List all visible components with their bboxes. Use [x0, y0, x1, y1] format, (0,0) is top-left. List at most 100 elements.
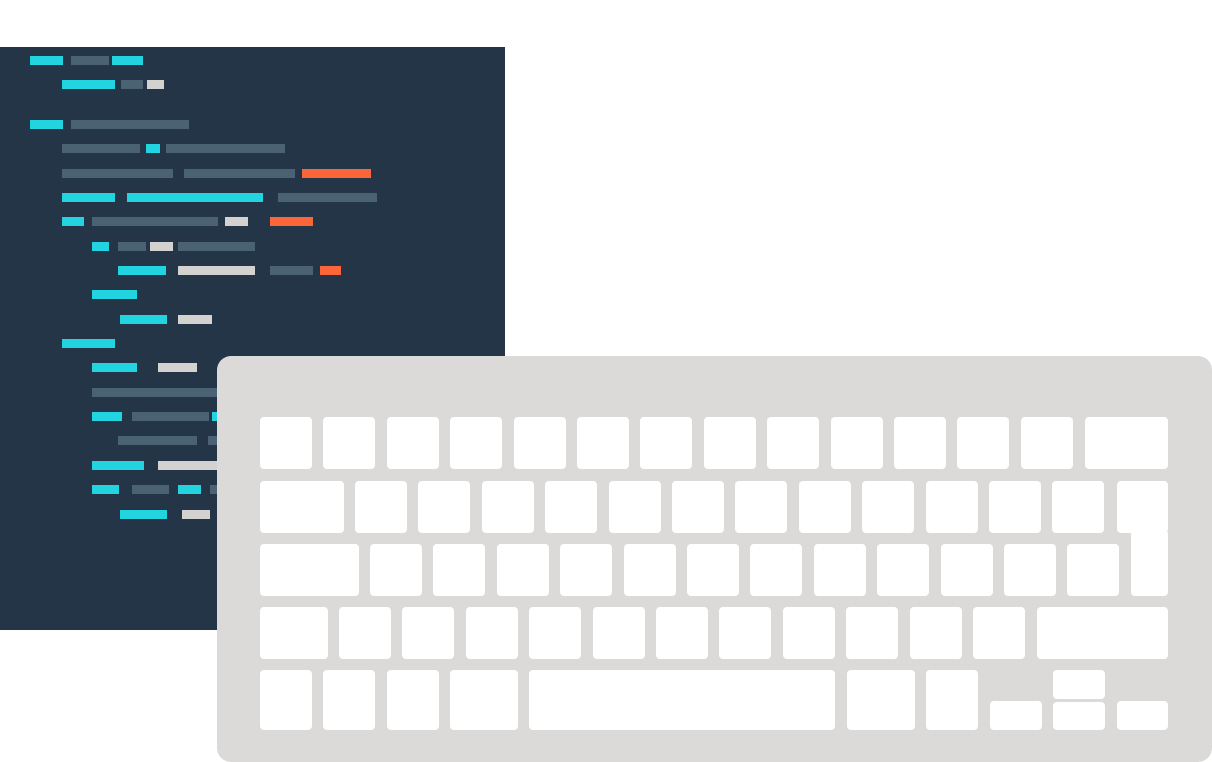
code-line-11-token-2 — [178, 315, 212, 324]
key-row1-13 — [1020, 417, 1073, 469]
code-line-8-token-4 — [178, 242, 255, 251]
key-row5-1 — [260, 670, 312, 730]
code-line-18-token-1 — [92, 485, 119, 494]
code-line-16-token-1 — [118, 436, 197, 445]
key-row2-2 — [355, 481, 407, 533]
key-row2-7 — [672, 481, 724, 533]
key-row5-6 — [847, 670, 915, 730]
key-row4-3 — [402, 607, 455, 659]
code-line-18-token-3 — [178, 485, 201, 494]
key-arrow-right — [1117, 701, 1168, 730]
key-row3-7 — [687, 544, 739, 596]
code-line-19-token-1 — [120, 510, 167, 519]
key-row1-12 — [957, 417, 1010, 469]
key-arrow-up — [1053, 670, 1105, 699]
key-row2-11 — [925, 481, 978, 533]
key-row4-11 — [909, 607, 962, 659]
code-line-3-token-2 — [71, 120, 189, 129]
key-row5-4 — [450, 670, 518, 730]
code-line-1-token-1 — [30, 56, 63, 65]
code-line-8-token-2 — [118, 242, 146, 251]
key-row2-13 — [1052, 481, 1105, 533]
key-row3-5 — [560, 544, 613, 596]
code-line-17-token-2 — [158, 461, 225, 470]
key-row3-13 — [1067, 544, 1120, 596]
code-line-5-token-2 — [184, 169, 295, 178]
key-row3-6 — [623, 544, 676, 596]
code-line-4-token-1 — [62, 144, 140, 153]
key-row1-6 — [577, 417, 629, 469]
key-row4-4 — [465, 607, 518, 659]
code-line-7-token-3 — [225, 217, 248, 226]
key-enter-lower — [1131, 530, 1168, 596]
key-row1-4 — [450, 417, 503, 469]
key-row5-7 — [926, 670, 978, 730]
key-row1-3 — [386, 417, 439, 469]
code-line-6-token-3 — [278, 193, 377, 202]
code-line-4-token-3 — [166, 144, 285, 153]
code-line-9-token-1 — [118, 266, 166, 275]
key-row1-5 — [513, 417, 566, 469]
code-line-5-token-1 — [62, 169, 173, 178]
key-row3-9 — [813, 544, 866, 596]
key-row4-10 — [846, 607, 899, 659]
key-row1-10 — [830, 417, 883, 469]
key-row3-8 — [750, 544, 803, 596]
key-enter-upper — [1117, 481, 1168, 533]
code-line-7-token-2 — [92, 217, 218, 226]
code-line-9-token-3 — [270, 266, 313, 275]
code-line-2-token-1 — [62, 80, 115, 89]
code-line-1-token-2 — [71, 56, 109, 65]
code-line-7-token-4 — [270, 217, 313, 226]
code-line-9-token-4 — [320, 266, 341, 275]
key-row3-3 — [433, 544, 486, 596]
code-line-14-token-1 — [92, 388, 232, 397]
key-row4-8 — [719, 607, 772, 659]
key-row1-9 — [767, 417, 820, 469]
code-line-15-token-1 — [92, 412, 122, 421]
code-line-19-token-2 — [182, 510, 210, 519]
keyboard-illustration — [217, 356, 1212, 762]
code-line-13-token-2 — [158, 363, 197, 372]
key-row2-1 — [260, 481, 344, 533]
key-row3-1 — [260, 544, 359, 596]
code-line-2-token-2 — [121, 80, 143, 89]
key-row2-6 — [608, 481, 661, 533]
code-line-7-token-1 — [62, 217, 84, 226]
key-row4-6 — [592, 607, 645, 659]
key-arrow-left — [990, 701, 1042, 730]
key-row3-11 — [940, 544, 993, 596]
key-row3-2 — [370, 544, 422, 596]
key-row2-3 — [418, 481, 471, 533]
key-row4-12 — [973, 607, 1025, 659]
key-row3-12 — [1004, 544, 1056, 596]
code-line-8-token-1 — [92, 242, 109, 251]
code-line-8-token-3 — [150, 242, 173, 251]
key-row1-14 — [1085, 417, 1168, 469]
key-row4-1 — [260, 607, 328, 659]
code-line-11-token-1 — [120, 315, 167, 324]
code-line-15-token-2 — [132, 412, 209, 421]
key-space — [529, 670, 835, 730]
code-line-5-token-3 — [302, 169, 371, 178]
key-row4-2 — [339, 607, 391, 659]
key-row4-5 — [529, 607, 582, 659]
key-arrow-down — [1053, 702, 1105, 730]
code-line-1-token-3 — [112, 56, 143, 65]
code-line-2-token-3 — [147, 80, 164, 89]
key-row5-3 — [387, 670, 439, 730]
code-line-18-token-2 — [132, 485, 169, 494]
key-row2-9 — [798, 481, 851, 533]
key-row4-13 — [1037, 607, 1168, 659]
key-row5-2 — [323, 670, 375, 730]
key-row2-4 — [481, 481, 534, 533]
code-line-17-token-1 — [92, 461, 144, 470]
code-line-6-token-2 — [127, 193, 263, 202]
key-row2-12 — [989, 481, 1041, 533]
key-row1-2 — [323, 417, 376, 469]
key-row3-4 — [496, 544, 549, 596]
code-line-12-token-1 — [62, 339, 115, 348]
key-row3-10 — [877, 544, 930, 596]
code-line-6-token-1 — [62, 193, 115, 202]
key-row2-5 — [545, 481, 598, 533]
